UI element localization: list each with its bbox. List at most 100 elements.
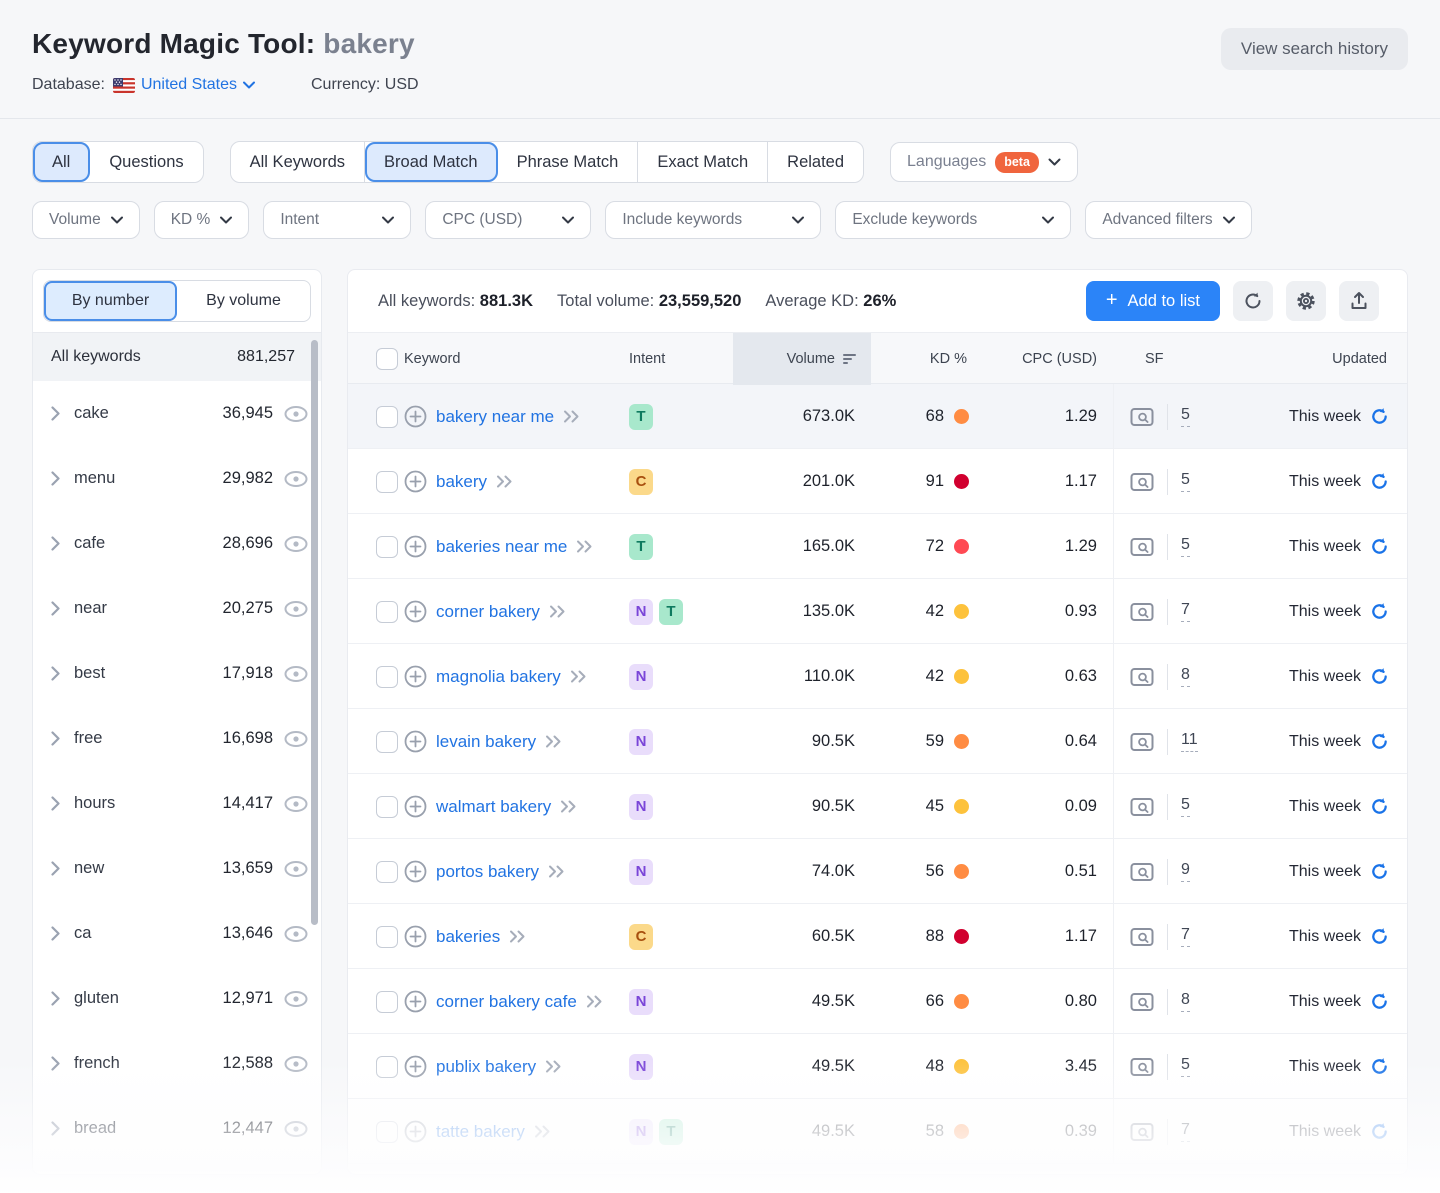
double-chevron-right-icon[interactable] (548, 865, 566, 878)
tab-broad-match[interactable]: Broad Match (365, 142, 498, 182)
refresh-keyword-icon[interactable] (1370, 992, 1389, 1011)
tab-by-number[interactable]: By number (44, 281, 177, 321)
sidebar-group-row[interactable]: new 13,659 (33, 836, 321, 901)
refresh-keyword-icon[interactable] (1370, 667, 1389, 686)
select-all-checkbox[interactable] (376, 348, 398, 370)
eye-icon[interactable] (283, 795, 309, 813)
add-keyword-icon[interactable] (404, 470, 427, 493)
keyword-link[interactable]: bakery near me (436, 407, 554, 427)
add-keyword-icon[interactable] (404, 925, 427, 948)
serp-features-icon[interactable] (1130, 537, 1154, 557)
row-checkbox[interactable] (376, 601, 398, 623)
eye-icon[interactable] (283, 1120, 309, 1138)
sf-value[interactable]: 5 (1181, 796, 1190, 817)
add-keyword-icon[interactable] (404, 405, 427, 428)
double-chevron-right-icon[interactable] (545, 1060, 563, 1073)
row-checkbox[interactable] (376, 731, 398, 753)
column-kd[interactable]: KD % (871, 333, 983, 385)
sf-value[interactable]: 8 (1181, 991, 1190, 1012)
languages-dropdown[interactable]: Languages beta (890, 142, 1078, 182)
eye-icon[interactable] (283, 535, 309, 553)
settings-button[interactable] (1286, 281, 1326, 321)
refresh-keyword-icon[interactable] (1370, 732, 1389, 751)
row-checkbox[interactable] (376, 471, 398, 493)
serp-features-icon[interactable] (1130, 1122, 1154, 1142)
tab-exact-match[interactable]: Exact Match (638, 142, 768, 182)
tab-related[interactable]: Related (768, 142, 863, 182)
export-button[interactable] (1339, 281, 1379, 321)
refresh-keyword-icon[interactable] (1370, 927, 1389, 946)
serp-features-icon[interactable] (1130, 472, 1154, 492)
sidebar-scrollbar[interactable] (311, 340, 318, 925)
sidebar-group-row[interactable]: near 20,275 (33, 576, 321, 641)
sidebar-group-row[interactable]: menu 29,982 (33, 446, 321, 511)
sidebar-group-row[interactable]: free 16,698 (33, 706, 321, 771)
sf-value[interactable]: 5 (1181, 406, 1190, 427)
sidebar-group-row[interactable]: ca 13,646 (33, 901, 321, 966)
column-cpc[interactable]: CPC (USD) (983, 333, 1113, 385)
row-checkbox[interactable] (376, 406, 398, 428)
refresh-keyword-icon[interactable] (1370, 407, 1389, 426)
refresh-keyword-icon[interactable] (1370, 472, 1389, 491)
serp-features-icon[interactable] (1130, 602, 1154, 622)
eye-icon[interactable] (283, 600, 309, 618)
sf-value[interactable]: 9 (1181, 861, 1190, 882)
sidebar-group-row[interactable]: hours 14,417 (33, 771, 321, 836)
tab-phrase-match[interactable]: Phrase Match (498, 142, 639, 182)
double-chevron-right-icon[interactable] (496, 475, 514, 488)
refresh-keyword-icon[interactable] (1370, 1122, 1389, 1141)
row-checkbox[interactable] (376, 991, 398, 1013)
row-checkbox[interactable] (376, 1121, 398, 1143)
keyword-link[interactable]: portos bakery (436, 862, 539, 882)
filter-kd[interactable]: KD % (154, 201, 250, 239)
double-chevron-right-icon[interactable] (549, 605, 567, 618)
sidebar-group-row[interactable]: gluten 12,971 (33, 966, 321, 1031)
database-selector[interactable]: United States (113, 76, 255, 94)
filter-intent[interactable]: Intent (263, 201, 411, 239)
refresh-keyword-icon[interactable] (1370, 1057, 1389, 1076)
serp-features-icon[interactable] (1130, 992, 1154, 1012)
sf-value[interactable]: 7 (1181, 601, 1190, 622)
sf-value[interactable]: 5 (1181, 1056, 1190, 1077)
refresh-button[interactable] (1233, 281, 1273, 321)
eye-icon[interactable] (283, 1055, 309, 1073)
keyword-link[interactable]: publix bakery (436, 1057, 536, 1077)
row-checkbox[interactable] (376, 796, 398, 818)
eye-icon[interactable] (283, 730, 309, 748)
filter-advanced[interactable]: Advanced filters (1085, 201, 1251, 239)
row-checkbox[interactable] (376, 536, 398, 558)
serp-features-icon[interactable] (1130, 862, 1154, 882)
keyword-link[interactable]: bakeries near me (436, 537, 567, 557)
tab-all[interactable]: All (33, 142, 90, 182)
keyword-link[interactable]: corner bakery cafe (436, 992, 577, 1012)
sf-value[interactable]: 5 (1181, 536, 1190, 557)
column-updated[interactable]: Updated (1229, 333, 1407, 385)
serp-features-icon[interactable] (1130, 1057, 1154, 1077)
double-chevron-right-icon[interactable] (576, 540, 594, 553)
sf-value[interactable]: 5 (1181, 471, 1190, 492)
serp-features-icon[interactable] (1130, 797, 1154, 817)
serp-features-icon[interactable] (1130, 732, 1154, 752)
sidebar-all-keywords-row[interactable]: All keywords 881,257 (33, 333, 321, 381)
double-chevron-right-icon[interactable] (545, 735, 563, 748)
double-chevron-right-icon[interactable] (560, 800, 578, 813)
add-keyword-icon[interactable] (404, 665, 427, 688)
column-keyword[interactable]: Keyword (404, 333, 629, 385)
row-checkbox[interactable] (376, 666, 398, 688)
filter-cpc[interactable]: CPC (USD) (425, 201, 591, 239)
add-to-list-button[interactable]: +Add to list (1086, 281, 1220, 321)
column-intent[interactable]: Intent (629, 333, 733, 385)
row-checkbox[interactable] (376, 861, 398, 883)
row-checkbox[interactable] (376, 1056, 398, 1078)
eye-icon[interactable] (283, 470, 309, 488)
serp-features-icon[interactable] (1130, 407, 1154, 427)
add-keyword-icon[interactable] (404, 860, 427, 883)
sidebar-group-row[interactable]: french 12,588 (33, 1031, 321, 1096)
double-chevron-right-icon[interactable] (534, 1125, 552, 1138)
refresh-keyword-icon[interactable] (1370, 797, 1389, 816)
filter-exclude-keywords[interactable]: Exclude keywords (835, 201, 1071, 239)
sf-value[interactable]: 7 (1181, 1121, 1190, 1142)
filter-include-keywords[interactable]: Include keywords (605, 201, 821, 239)
add-keyword-icon[interactable] (404, 1120, 427, 1143)
tab-questions[interactable]: Questions (90, 142, 202, 182)
